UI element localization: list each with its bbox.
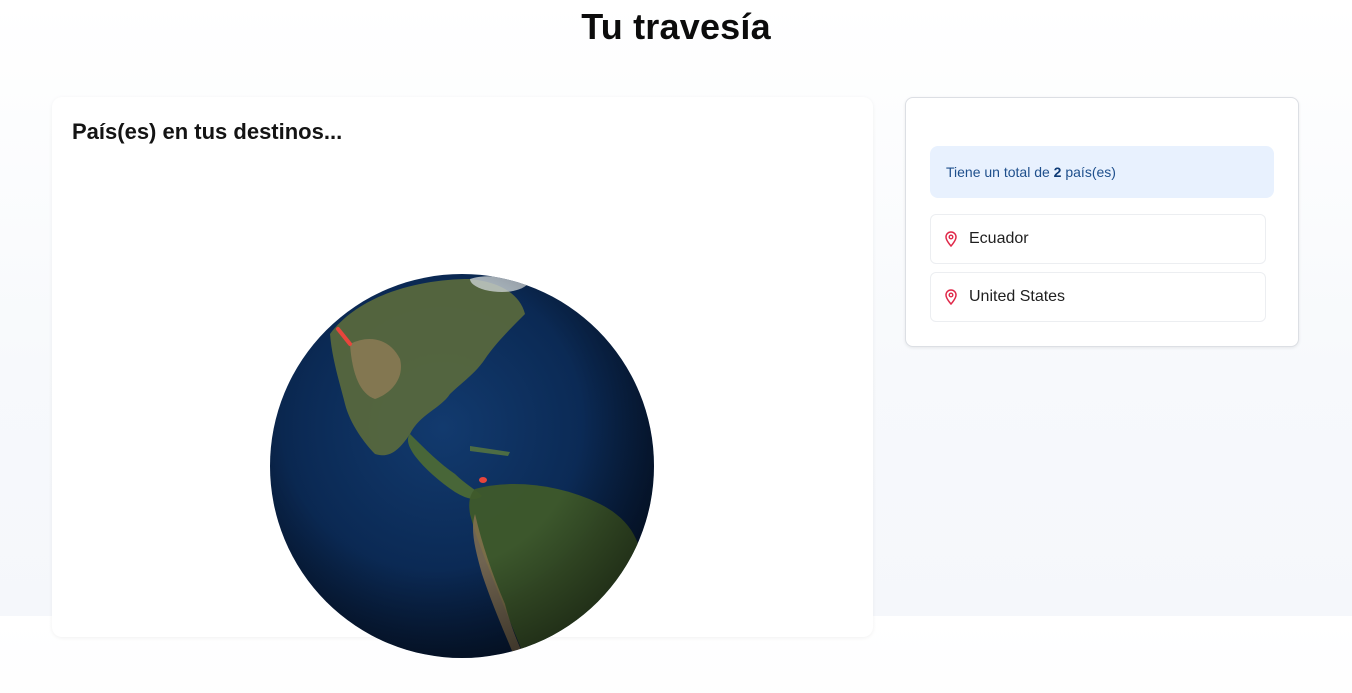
globe-map	[270, 274, 654, 658]
total-prefix: Tiene un total de	[946, 164, 1054, 180]
map-pin-icon	[945, 231, 957, 247]
country-item-united-states[interactable]: United States	[930, 272, 1266, 322]
country-item-ecuador[interactable]: Ecuador	[930, 214, 1266, 264]
country-name: United States	[969, 288, 1066, 305]
country-name: Ecuador	[969, 230, 1029, 247]
total-countries-text: Tiene un total de 2 país(es)	[946, 164, 1116, 180]
countries-panel: Tiene un total de 2 país(es) Ecuador Uni…	[905, 97, 1299, 347]
globe-card: País(es) en tus destinos...	[52, 97, 873, 693]
page-title: Tu travesía	[581, 6, 771, 47]
total-countries-alert: Tiene un total de 2 país(es)	[930, 146, 1274, 198]
total-suffix: país(es)	[1061, 164, 1116, 180]
globe-viewer[interactable]	[235, 239, 689, 693]
map-pin-icon	[945, 289, 957, 305]
globe-card-title: País(es) en tus destinos...	[72, 119, 343, 144]
globe[interactable]	[270, 274, 654, 658]
